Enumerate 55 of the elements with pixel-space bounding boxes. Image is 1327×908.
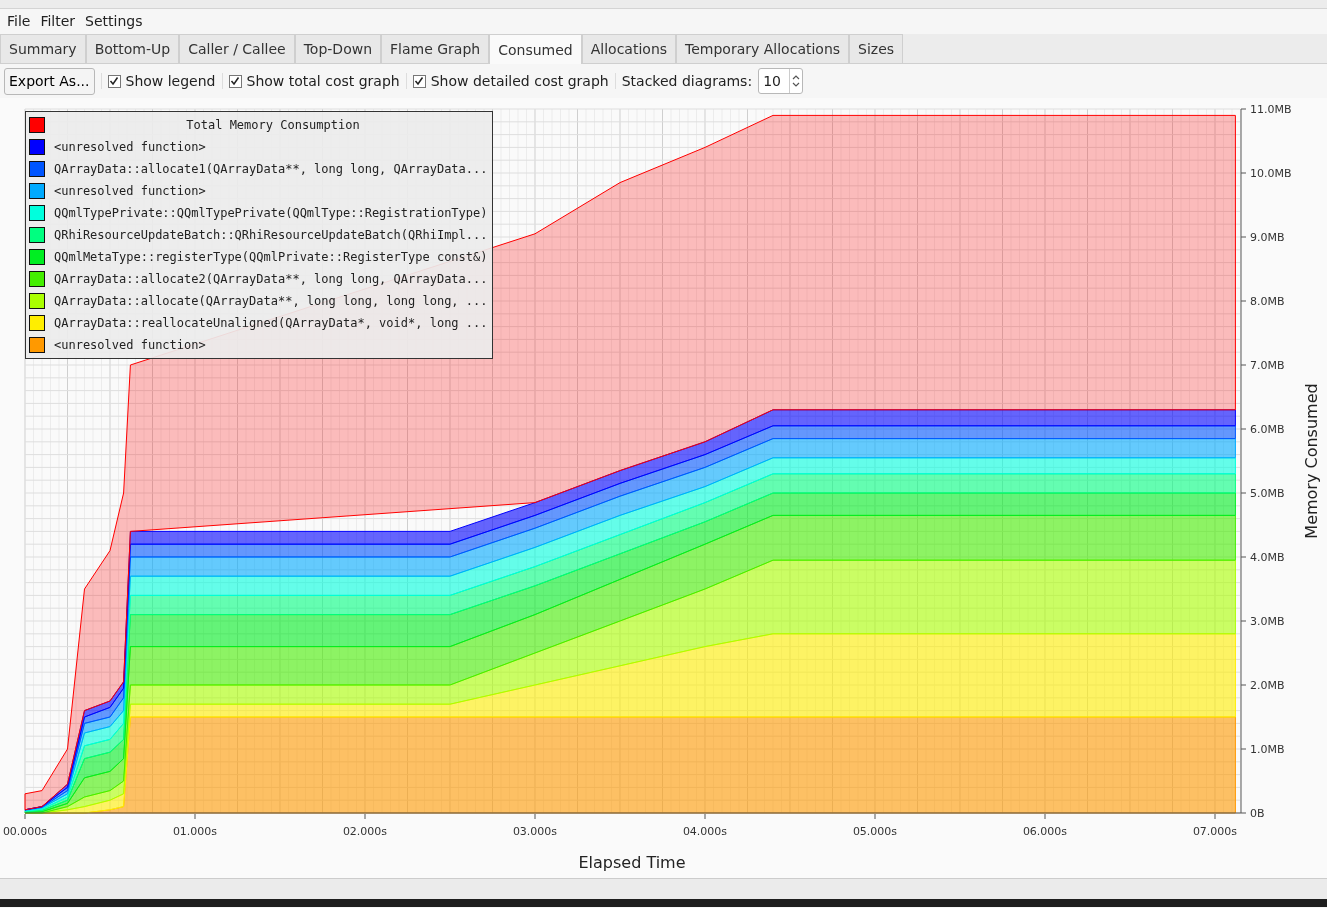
tab[interactable]: Bottom-Up bbox=[85, 34, 180, 63]
legend-label: <unresolved function> bbox=[54, 140, 206, 154]
tab[interactable]: Sizes bbox=[849, 34, 904, 63]
y-tick-label: 9.0MB bbox=[1250, 231, 1285, 244]
tab[interactable]: Caller / Callee bbox=[179, 34, 295, 63]
y-tick-label: 4.0MB bbox=[1250, 551, 1285, 564]
legend-label: QQmlTypePrivate::QQmlTypePrivate(QQmlType::RegistrationType) bbox=[54, 206, 488, 220]
legend-label: Total Memory Consumption bbox=[185, 118, 361, 132]
x-tick-label: 05.000s bbox=[852, 825, 898, 838]
y-tick-label: 2.0MB bbox=[1250, 679, 1285, 692]
menu-item[interactable]: Filter bbox=[35, 13, 81, 29]
y-tick-label: 0B bbox=[1250, 807, 1265, 820]
x-tick-label: 04.000s bbox=[682, 825, 728, 838]
y-tick-label: 10.0MB bbox=[1250, 167, 1292, 180]
legend-label: QArrayData::allocate(QArrayData**, long long, long long, ... bbox=[54, 294, 488, 308]
y-axis-title: Memory Consumed bbox=[1302, 383, 1321, 539]
spin-arrows-icon[interactable] bbox=[792, 73, 801, 89]
y-tick-label: 3.0MB bbox=[1250, 615, 1285, 628]
tab[interactable]: Top-Down bbox=[294, 34, 382, 63]
checkbox[interactable] bbox=[228, 74, 242, 88]
stacked-label: Stacked diagrams: bbox=[614, 73, 753, 89]
tab[interactable]: Summary bbox=[0, 34, 86, 63]
x-axis-title: Elapsed Time bbox=[578, 853, 686, 872]
legend-label: QArrayData::allocate2(QArrayData**, long long, QArrayData... bbox=[54, 272, 488, 286]
checkbox[interactable] bbox=[412, 74, 426, 88]
checkbox-label: Show legend bbox=[125, 73, 216, 89]
tab[interactable]: Consumed bbox=[489, 34, 582, 64]
checkbox-label: Show detailed cost graph bbox=[430, 73, 609, 89]
y-tick-label: 5.0MB bbox=[1250, 487, 1285, 500]
x-tick-label: 06.000s bbox=[1022, 825, 1068, 838]
y-tick-label: 1.0MB bbox=[1250, 743, 1285, 756]
menu-item[interactable]: File bbox=[2, 13, 36, 29]
legend-label: <unresolved function> bbox=[54, 338, 206, 352]
x-tick-label: 02.000s bbox=[342, 825, 388, 838]
tab[interactable]: Allocations bbox=[581, 34, 677, 63]
y-tick-label: 7.0MB bbox=[1250, 359, 1285, 372]
legend-label: QRhiResourceUpdateBatch::QRhiResourceUpdateBatch(QRhiImpl... bbox=[54, 228, 488, 242]
export-button[interactable]: Export As... bbox=[4, 67, 95, 95]
menu-item[interactable]: Settings bbox=[80, 13, 148, 29]
x-tick-label: 03.000s bbox=[512, 825, 558, 838]
y-tick-label: 8.0MB bbox=[1250, 295, 1285, 308]
legend-label: QQmlMetaType::registerType(QQmlPrivate::RegisterType const&) bbox=[54, 250, 488, 264]
y-tick-label: 11.0MB bbox=[1250, 103, 1292, 116]
legend-label: <unresolved function> bbox=[54, 184, 206, 198]
legend-label: QArrayData::reallocateUnaligned(QArrayData*, void*, long ... bbox=[54, 316, 488, 330]
tab[interactable]: Flame Graph bbox=[381, 34, 490, 63]
checkbox[interactable] bbox=[107, 74, 121, 88]
y-tick-label: 6.0MB bbox=[1250, 423, 1285, 436]
tab[interactable]: Temporary Allocations bbox=[676, 34, 850, 63]
x-tick-label: 01.000s bbox=[172, 825, 218, 838]
checkbox-label: Show total cost graph bbox=[246, 73, 400, 89]
stacked-spinbox[interactable]: 10 bbox=[758, 68, 804, 94]
x-tick-label: 07.000s bbox=[1192, 825, 1238, 838]
x-tick-label: 00.000s bbox=[2, 825, 48, 838]
legend-label: QArrayData::allocate1(QArrayData**, long long, QArrayData... bbox=[54, 162, 488, 176]
